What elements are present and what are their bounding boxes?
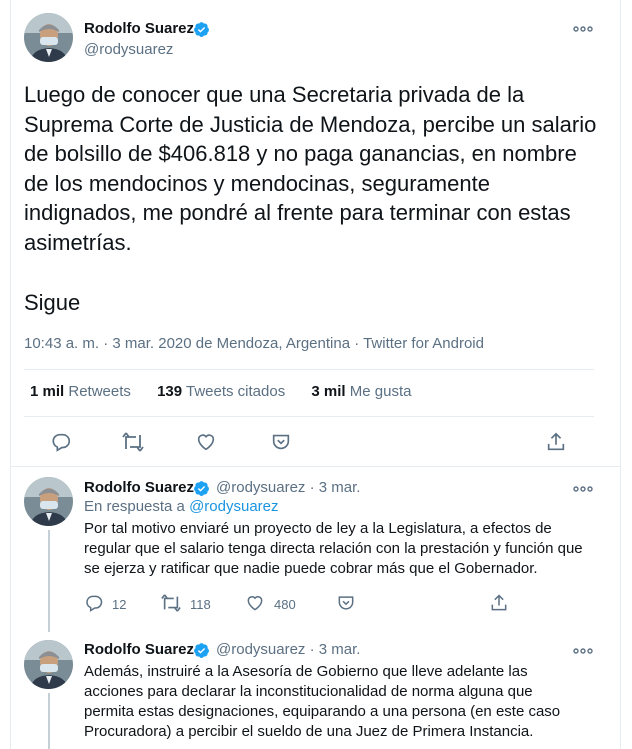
likes-stat[interactable]: 3 mil Me gusta: [311, 383, 411, 400]
tweet-continuation: Sigue: [24, 290, 81, 315]
retweet-icon: [122, 432, 144, 452]
reply-date[interactable]: 3 mar.: [319, 479, 361, 496]
like-count: 480: [274, 597, 296, 612]
author-handle[interactable]: @rodysuarez: [216, 479, 305, 496]
author-name[interactable]: Rodolfo Suarez: [84, 20, 194, 37]
reply-icon: [86, 595, 103, 612]
share-button[interactable]: [545, 431, 567, 453]
divider: [24, 416, 594, 417]
more-options-icon[interactable]: [571, 481, 595, 497]
reply-handle-date: @rodysuarez · 3 mar.: [216, 641, 360, 658]
retweet-button[interactable]: [160, 593, 182, 613]
quotes-stat[interactable]: 139 Tweets citados: [157, 383, 285, 400]
bookmark-button[interactable]: [270, 431, 292, 453]
reply-date[interactable]: 3 mar.: [319, 641, 361, 658]
more-options-icon[interactable]: [571, 643, 595, 659]
reply-header: Rodolfo Suarez: [84, 479, 194, 496]
share-icon: [547, 432, 565, 451]
bookmark-icon: [272, 434, 290, 450]
thread-line: [48, 530, 50, 632]
verified-badge-icon: [194, 22, 209, 37]
tweet-separator: [10, 466, 620, 467]
separator-dot: ·: [309, 479, 315, 496]
reply-count: 12: [112, 597, 127, 612]
tweet-text: Luego de conocer que una Secretaria priv…: [24, 82, 597, 255]
share-icon: [491, 594, 507, 611]
retweet-icon: [161, 594, 181, 612]
heart-icon: [247, 596, 263, 611]
more-options-icon[interactable]: [571, 21, 595, 37]
reply-handle-date: @rodysuarez · 3 mar.: [216, 479, 360, 496]
avatar[interactable]: [24, 640, 73, 689]
retweet-count: 118: [190, 597, 211, 612]
author-name[interactable]: Rodolfo Suarez: [84, 641, 194, 658]
heart-icon: [197, 434, 215, 451]
reply-icon: [52, 433, 71, 452]
retweet-button[interactable]: [121, 431, 145, 453]
bookmark-button[interactable]: [336, 593, 356, 613]
verified-badge-icon: [194, 643, 209, 658]
reply-button[interactable]: [50, 431, 72, 453]
verified-badge-icon: [194, 481, 209, 496]
like-button[interactable]: [245, 593, 265, 613]
reply-text: Además, instruiré a la Asesoría de Gobie…: [84, 663, 561, 740]
like-button[interactable]: [195, 431, 217, 453]
reply-text: Por tal motivo enviaré un proyecto de le…: [84, 520, 583, 577]
thread-line: [48, 693, 50, 749]
tweet-meta[interactable]: 10:43 a. m. · 3 mar. 2020 de Mendoza, Ar…: [24, 335, 484, 352]
separator-dot: ·: [309, 641, 315, 658]
in-reply-to: En respuesta a @rodysuarez: [84, 498, 279, 515]
author-handle[interactable]: @rodysuarez: [216, 641, 305, 658]
share-button[interactable]: [489, 593, 509, 613]
tweet-stats: 1 mil Retweets 139 Tweets citados 3 mil …: [30, 383, 433, 400]
author-handle[interactable]: @rodysuarez: [84, 41, 173, 58]
avatar[interactable]: [24, 477, 73, 526]
avatar[interactable]: [24, 13, 73, 62]
reply-button[interactable]: [84, 593, 104, 613]
in-reply-prefix: En respuesta a: [84, 498, 185, 515]
retweets-stat[interactable]: 1 mil Retweets: [30, 383, 131, 400]
reply-header: Rodolfo Suarez: [84, 641, 194, 658]
bookmark-icon: [338, 596, 354, 610]
divider: [24, 369, 594, 370]
author-name[interactable]: Rodolfo Suarez: [84, 479, 194, 496]
in-reply-handle-link[interactable]: @rodysuarez: [189, 498, 278, 515]
